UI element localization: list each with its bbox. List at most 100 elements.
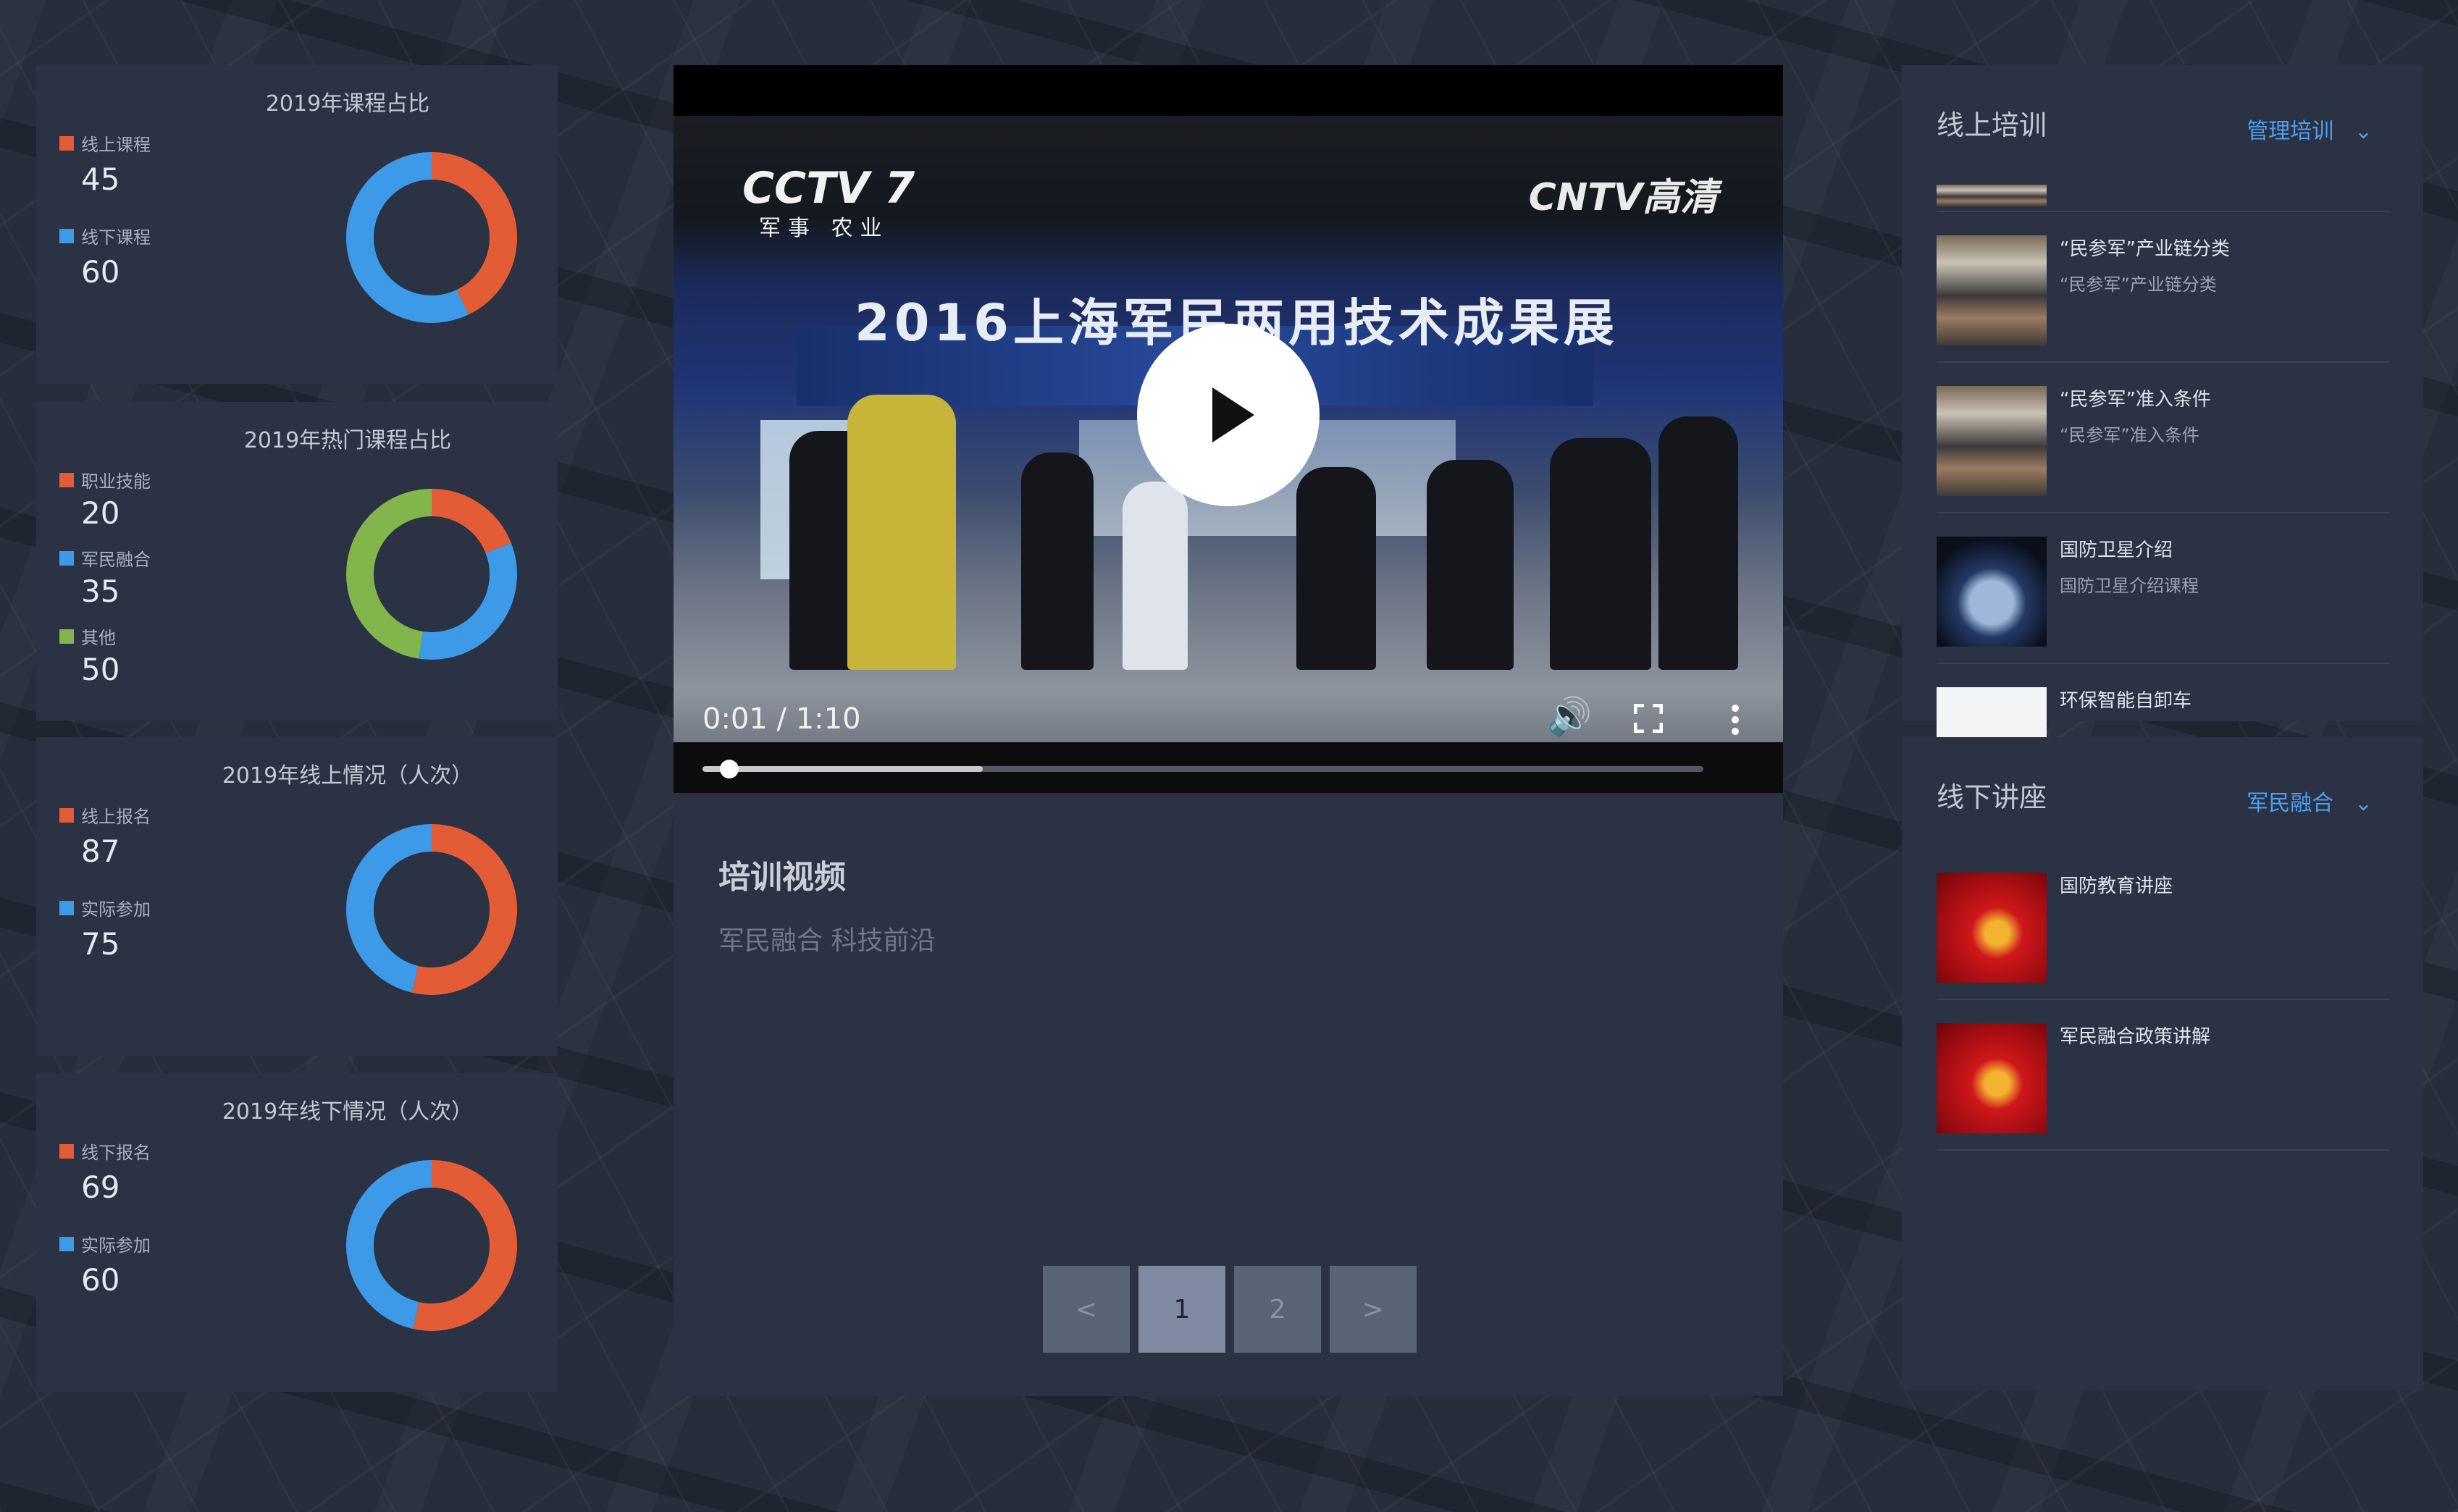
offline-lecture-select[interactable]: 军民融合 ⌄ bbox=[2247, 785, 2373, 817]
legend-label: 线上报名 bbox=[81, 807, 151, 827]
online-training-select[interactable]: 管理培训 ⌄ bbox=[2247, 113, 2373, 145]
legend: 线上报名 87 实际参加 75 bbox=[59, 802, 151, 988]
legend-item: 职业技能 20 bbox=[59, 467, 151, 531]
legend-value: 75 bbox=[81, 926, 120, 962]
list-item[interactable] bbox=[1937, 185, 2390, 212]
course-desc: “民参军”准入条件 bbox=[2060, 425, 2199, 445]
video-buffer bbox=[702, 766, 983, 772]
legend-item: 线下报名 69 bbox=[59, 1138, 151, 1205]
chevron-down-icon: ⌄ bbox=[2340, 119, 2373, 144]
legend-value: 35 bbox=[81, 574, 120, 609]
card-title: 2019年热门课程占比 bbox=[243, 428, 452, 453]
legend-swatch bbox=[59, 135, 74, 151]
legend-value: 45 bbox=[81, 161, 120, 197]
online-training-list: “民参军”产业链分类 “民参军”产业链分类 “民参军”准入条件 “民参军”准入条… bbox=[1937, 185, 2390, 784]
cntv-logo: CNTV高清 bbox=[1528, 176, 1718, 219]
legend-item: 线上报名 87 bbox=[59, 802, 151, 869]
cctv-logo: CCTV 7 bbox=[742, 163, 915, 214]
donut-chart bbox=[346, 1160, 517, 1331]
legend-item: 线上课程 45 bbox=[59, 130, 151, 197]
legend-item: 线下课程 60 bbox=[59, 223, 151, 290]
legend-item: 军民融合 35 bbox=[59, 545, 151, 609]
card-title: 2019年课程占比 bbox=[265, 91, 430, 117]
legend-label: 实际参加 bbox=[81, 899, 151, 920]
stat-card: 2019年课程占比 线上课程 45 线下课程 60 bbox=[36, 65, 558, 384]
page-prev-button[interactable]: < bbox=[1043, 1266, 1130, 1353]
legend-value: 69 bbox=[81, 1169, 120, 1205]
legend-item: 实际参加 75 bbox=[59, 895, 151, 962]
list-item[interactable]: 国防教育讲座 bbox=[1937, 849, 2390, 1000]
list-item[interactable]: “民参军”产业链分类 “民参军”产业链分类 bbox=[1937, 212, 2390, 363]
donut-chart bbox=[346, 824, 517, 995]
legend-label: 其他 bbox=[81, 628, 116, 648]
lecture-name: 国防教育讲座 bbox=[2060, 875, 2173, 897]
legend-swatch bbox=[59, 1236, 74, 1251]
video-time: 0:01 / 1:10 bbox=[702, 702, 861, 736]
list-item[interactable]: “民参军”准入条件 “民参军”准入条件 bbox=[1937, 363, 2390, 513]
course-name: 环保智能自卸车 bbox=[2060, 690, 2192, 712]
legend-label: 线下报名 bbox=[81, 1143, 151, 1163]
online-training-panel: 线上培训 管理培训 ⌄ “民参军”产业链分类 “民参军”产业链分类 “民参军”准… bbox=[1902, 65, 2423, 784]
legend: 线上课程 45 线下课程 60 bbox=[59, 130, 151, 316]
course-thumbnail bbox=[1937, 185, 2047, 206]
course-name: “民参军”产业链分类 bbox=[2060, 238, 2230, 260]
legend-swatch bbox=[59, 1143, 74, 1159]
offline-lecture-panel: 线下讲座 军民融合 ⌄ 国防教育讲座 军民融合政策讲解 bbox=[1902, 737, 2423, 1390]
offline-lecture-title: 线下讲座 bbox=[1937, 781, 2047, 813]
play-button[interactable] bbox=[1137, 324, 1320, 506]
legend-value: 87 bbox=[81, 833, 120, 869]
course-desc: “民参军”产业链分类 bbox=[2060, 274, 2217, 295]
legend-swatch bbox=[59, 228, 74, 243]
video-panel: 2016上海军民两用技术成果展 CCTV 7 军事 农业 CNTV高清 0:01… bbox=[674, 65, 1783, 1396]
legend: 线下报名 69 实际参加 60 bbox=[59, 1138, 151, 1324]
volume-icon[interactable]: 🔊 bbox=[1547, 695, 1592, 738]
legend-value: 20 bbox=[81, 495, 120, 531]
card-title: 2019年线上情况（人次） bbox=[222, 763, 474, 789]
course-name: 国防卫星介绍 bbox=[2060, 539, 2173, 561]
video-title: 培训视频 bbox=[718, 859, 846, 896]
legend-label: 军民融合 bbox=[81, 550, 151, 570]
legend: 职业技能 20 军民融合 35 其他 50 bbox=[59, 467, 151, 702]
lecture-thumbnail bbox=[1937, 873, 2047, 983]
stat-card: 2019年热门课程占比 职业技能 20 军民融合 35 其他 50 bbox=[36, 402, 558, 721]
legend-label: 线下课程 bbox=[81, 227, 151, 248]
donut-chart bbox=[346, 152, 517, 323]
legend-value: 60 bbox=[81, 1262, 120, 1298]
course-name: “民参军”准入条件 bbox=[2060, 389, 2211, 411]
online-training-title: 线上培训 bbox=[1937, 109, 2047, 141]
more-options-icon[interactable] bbox=[1731, 702, 1740, 744]
legend-swatch bbox=[59, 629, 74, 644]
video-player[interactable]: 2016上海军民两用技术成果展 CCTV 7 军事 农业 CNTV高清 0:01… bbox=[674, 65, 1783, 793]
course-thumbnail bbox=[1937, 235, 2047, 345]
legend-value: 60 bbox=[81, 254, 120, 290]
legend-label: 线上课程 bbox=[81, 135, 151, 155]
donut-chart bbox=[346, 489, 517, 660]
legend-item: 实际参加 60 bbox=[59, 1231, 151, 1298]
offline-lecture-list: 国防教育讲座 军民融合政策讲解 bbox=[1937, 849, 2390, 1298]
legend-swatch bbox=[59, 807, 74, 823]
video-progress-bar[interactable] bbox=[702, 760, 1703, 778]
legend-swatch bbox=[59, 900, 74, 915]
fullscreen-icon[interactable] bbox=[1633, 700, 1664, 742]
page-next-button[interactable]: > bbox=[1330, 1266, 1417, 1353]
cctv-logo-sub: 军事 农业 bbox=[759, 216, 889, 241]
page-button-2[interactable]: 2 bbox=[1234, 1266, 1321, 1353]
course-thumbnail bbox=[1937, 386, 2047, 496]
pagination: < 1 2 > bbox=[1043, 1266, 1417, 1353]
card-title: 2019年线下情况（人次） bbox=[222, 1099, 474, 1125]
legend-label: 实际参加 bbox=[81, 1235, 151, 1256]
stat-card: 2019年线上情况（人次） 线上报名 87 实际参加 75 bbox=[36, 737, 558, 1056]
legend-value: 50 bbox=[81, 652, 120, 687]
lecture-thumbnail bbox=[1937, 1023, 2047, 1133]
legend-swatch bbox=[59, 472, 74, 487]
list-item[interactable]: 国防卫星介绍 国防卫星介绍课程 bbox=[1937, 513, 2390, 664]
page-button-1[interactable]: 1 bbox=[1138, 1266, 1225, 1353]
video-subtitle: 军民融合 科技前沿 bbox=[718, 926, 936, 956]
legend-label: 职业技能 bbox=[81, 471, 151, 492]
legend-item: 其他 50 bbox=[59, 623, 151, 687]
chevron-down-icon: ⌄ bbox=[2340, 791, 2373, 816]
course-desc: 国防卫星介绍课程 bbox=[2060, 576, 2199, 596]
legend-swatch bbox=[59, 550, 74, 566]
stat-card: 2019年线下情况（人次） 线下报名 69 实际参加 60 bbox=[36, 1073, 558, 1392]
list-item[interactable]: 军民融合政策讲解 bbox=[1937, 1000, 2390, 1151]
